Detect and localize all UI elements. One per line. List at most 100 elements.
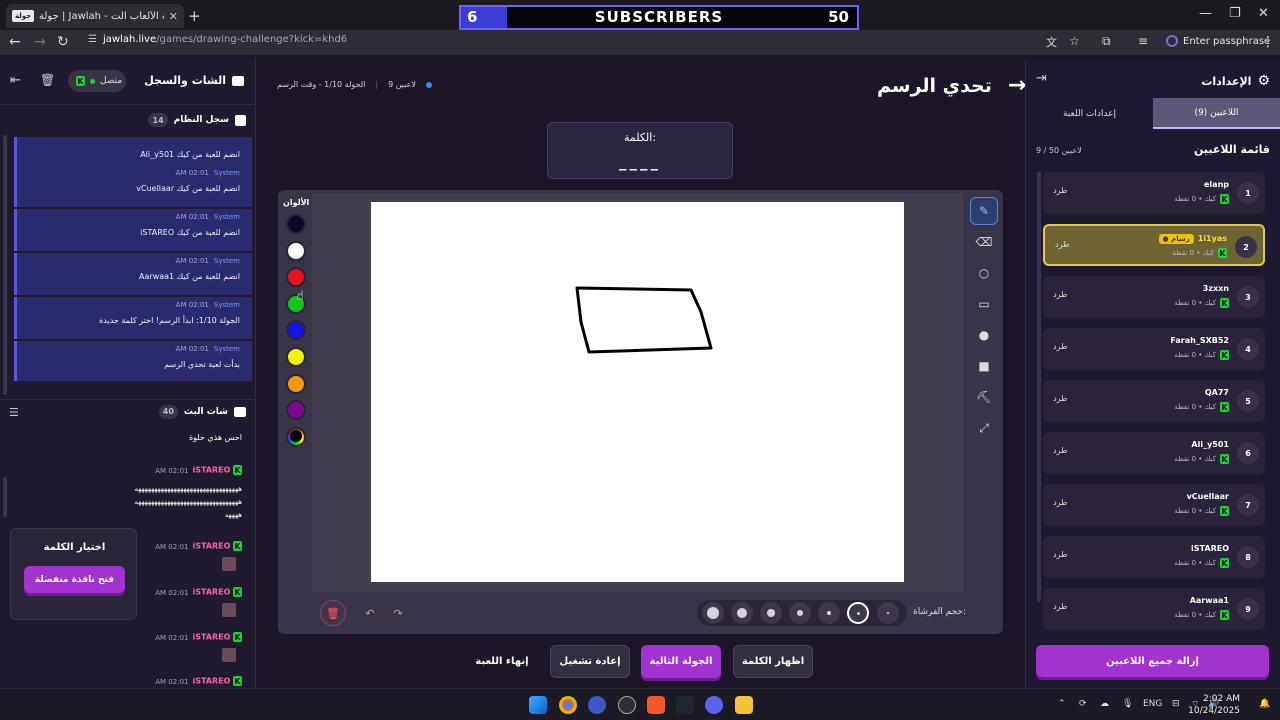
settings-title-text: الإعدادات (1201, 74, 1252, 88)
maximize-icon[interactable]: ❐ (1229, 6, 1241, 21)
notification-icon[interactable]: 🔔 (1259, 699, 1270, 709)
microphone-icon[interactable]: 🎙 (1122, 699, 1133, 709)
chat-laugh-line: ههههههههههههههههههههههههههههههههه (134, 485, 243, 493)
player-points: كيك • 0 نقطة (1174, 611, 1216, 619)
trash-icon[interactable]: 🗑 (40, 73, 55, 87)
redo-button[interactable]: ↷ (385, 600, 411, 626)
collapse-panel-icon[interactable]: ⇥ (1036, 71, 1047, 86)
rectangle-fill-icon[interactable]: ■ (970, 352, 998, 380)
new-tab-icon[interactable]: + (188, 7, 201, 25)
chrome-icon[interactable] (559, 696, 577, 714)
kick-player-button[interactable]: طرد (1053, 394, 1067, 403)
steam-icon[interactable] (676, 696, 694, 714)
kick-all-button[interactable]: إزالة جميع اللاعبين (1036, 645, 1269, 677)
sync-icon[interactable]: ⟳ (1079, 699, 1087, 709)
log-scrollbar[interactable] (3, 135, 7, 395)
site-info-icon[interactable]: ☰ (88, 34, 97, 45)
circle-outline-icon[interactable]: ○ (970, 259, 998, 287)
bookmark-star-icon[interactable]: ☆ (1069, 34, 1080, 48)
minimize-icon[interactable]: — (1199, 6, 1212, 21)
kick-player-button[interactable]: طرد (1053, 446, 1067, 455)
color-swatch[interactable] (286, 426, 306, 447)
close-window-icon[interactable]: ✕ (1258, 6, 1269, 21)
color-swatch[interactable] (286, 240, 306, 261)
arrow-right-icon[interactable]: → (1008, 73, 1026, 98)
eraser-icon[interactable]: ⌫ (970, 228, 998, 256)
restart-button[interactable]: إعادة تشغيل (550, 645, 630, 678)
url-field[interactable]: ☰ jawlah.live/games/drawing-challenge?ki… (88, 34, 347, 45)
pen-icon[interactable]: ✎ (970, 197, 998, 225)
collapse-panel-icon[interactable]: ⇤ (10, 73, 21, 88)
brush-size-option-selected[interactable] (847, 602, 869, 624)
clear-canvas-button[interactable]: 🗑 (320, 600, 346, 626)
chat-emote (222, 557, 236, 573)
brush-size-option[interactable] (702, 602, 724, 624)
kick-player-button[interactable]: طرد (1053, 602, 1067, 611)
player-row: طرد ● رسام 1i1yas كيك • 0 نقطة K 2 (1043, 224, 1265, 266)
chat-menu-icon[interactable]: ☰ (9, 406, 19, 419)
color-swatch[interactable] (286, 347, 306, 367)
taskbar: ⌃ ⟳ ☁ 🎙 ENG ⊟ ⌔ 🔊 2:02 AM 10/24/2025 🔔 (0, 688, 1280, 720)
undo-button[interactable]: ↶ (357, 600, 383, 626)
kick-player-button[interactable]: طرد (1053, 342, 1067, 351)
reload-icon[interactable]: ↻ (57, 34, 69, 50)
chat-user[interactable]: iSTAREO (192, 466, 230, 475)
fill-bucket-icon[interactable]: ⛏ (970, 383, 998, 411)
player-name: 3zxxn (1202, 284, 1229, 293)
drawing-canvas[interactable] (371, 202, 904, 582)
close-tab-icon[interactable]: ✕ (169, 10, 178, 23)
line-icon[interactable]: ⤢ (970, 414, 998, 442)
extensions-icon[interactable]: ⧉ (1102, 34, 1111, 49)
discord-icon[interactable] (705, 696, 723, 714)
chat-user[interactable]: iSTAREO (192, 633, 230, 642)
network-icon[interactable]: ⊟ (1172, 699, 1180, 709)
next-round-button[interactable]: الجولة التالية (641, 645, 721, 678)
brush-size-option[interactable] (789, 602, 811, 624)
file-explorer-icon[interactable] (735, 696, 753, 714)
chat-user[interactable]: iSTAREO (192, 677, 230, 686)
color-swatch[interactable] (286, 267, 306, 288)
show-word-button[interactable]: اظهار الكلمة (733, 645, 813, 678)
brush-size-option[interactable] (760, 602, 782, 624)
passphrase-button[interactable]: Enter passphrase (1166, 35, 1270, 47)
system-log-header[interactable]: 14 سجل النظام (0, 108, 256, 132)
color-swatch[interactable] (286, 400, 306, 421)
kick-player-button[interactable]: طرد (1053, 498, 1067, 507)
translate-icon[interactable]: 文 (1046, 34, 1057, 50)
players-scrollbar[interactable] (1037, 172, 1041, 602)
round-info: الجولة 1/10 - وقت الرسم | 9 لاعبين (277, 80, 432, 89)
language-indicator[interactable]: ENG (1143, 699, 1162, 709)
browser-tab[interactable]: جولة جولة | Jawlah - منصة الألعاب الت...… (6, 4, 184, 28)
cloud-icon[interactable]: ☁ (1100, 699, 1109, 709)
chat-user[interactable]: iSTAREO (192, 588, 230, 597)
tab-players[interactable]: اللاعبين (9) (1153, 98, 1280, 129)
app-icon[interactable] (588, 696, 606, 714)
tab-game-settings[interactable]: إعدادات اللعبة (1026, 98, 1153, 129)
chat-user[interactable]: iSTAREO (192, 542, 230, 551)
menu-dots-icon[interactable]: ⋮ (1261, 34, 1275, 50)
brush-size-option[interactable] (818, 602, 840, 624)
kick-player-button[interactable]: طرد (1053, 290, 1067, 299)
circle-fill-icon[interactable]: ● (970, 321, 998, 349)
color-swatch[interactable] (286, 373, 306, 394)
player-points: كيك • 0 نقطة (1172, 249, 1214, 257)
color-swatch[interactable] (286, 320, 306, 341)
rectangle-outline-icon[interactable]: ▭ (970, 290, 998, 318)
end-game-button[interactable]: إنهاء اللعبة (468, 645, 536, 678)
bot-chat-header[interactable]: 40 شات البث (0, 399, 256, 423)
back-icon[interactable]: ← (9, 34, 21, 50)
brush-size-option[interactable] (731, 602, 753, 624)
app-icon[interactable] (647, 696, 665, 714)
brush-size-option[interactable] (877, 602, 899, 624)
github-icon[interactable] (618, 696, 636, 714)
windows-start-icon[interactable] (529, 696, 547, 714)
chevron-up-icon[interactable]: ⌃ (1058, 699, 1066, 709)
color-swatch[interactable] (286, 214, 306, 234)
playlist-icon[interactable]: ≡ (1138, 34, 1148, 48)
kick-player-button[interactable]: طرد (1055, 240, 1069, 249)
system-clock[interactable]: 2:02 AM 10/24/2025 (1188, 693, 1240, 717)
kick-player-button[interactable]: طرد (1053, 550, 1067, 559)
kick-player-button[interactable]: طرد (1053, 186, 1067, 195)
forward-icon[interactable]: → (34, 34, 46, 50)
open-popup-button[interactable]: فتح نافذة منفصلة (24, 566, 125, 593)
